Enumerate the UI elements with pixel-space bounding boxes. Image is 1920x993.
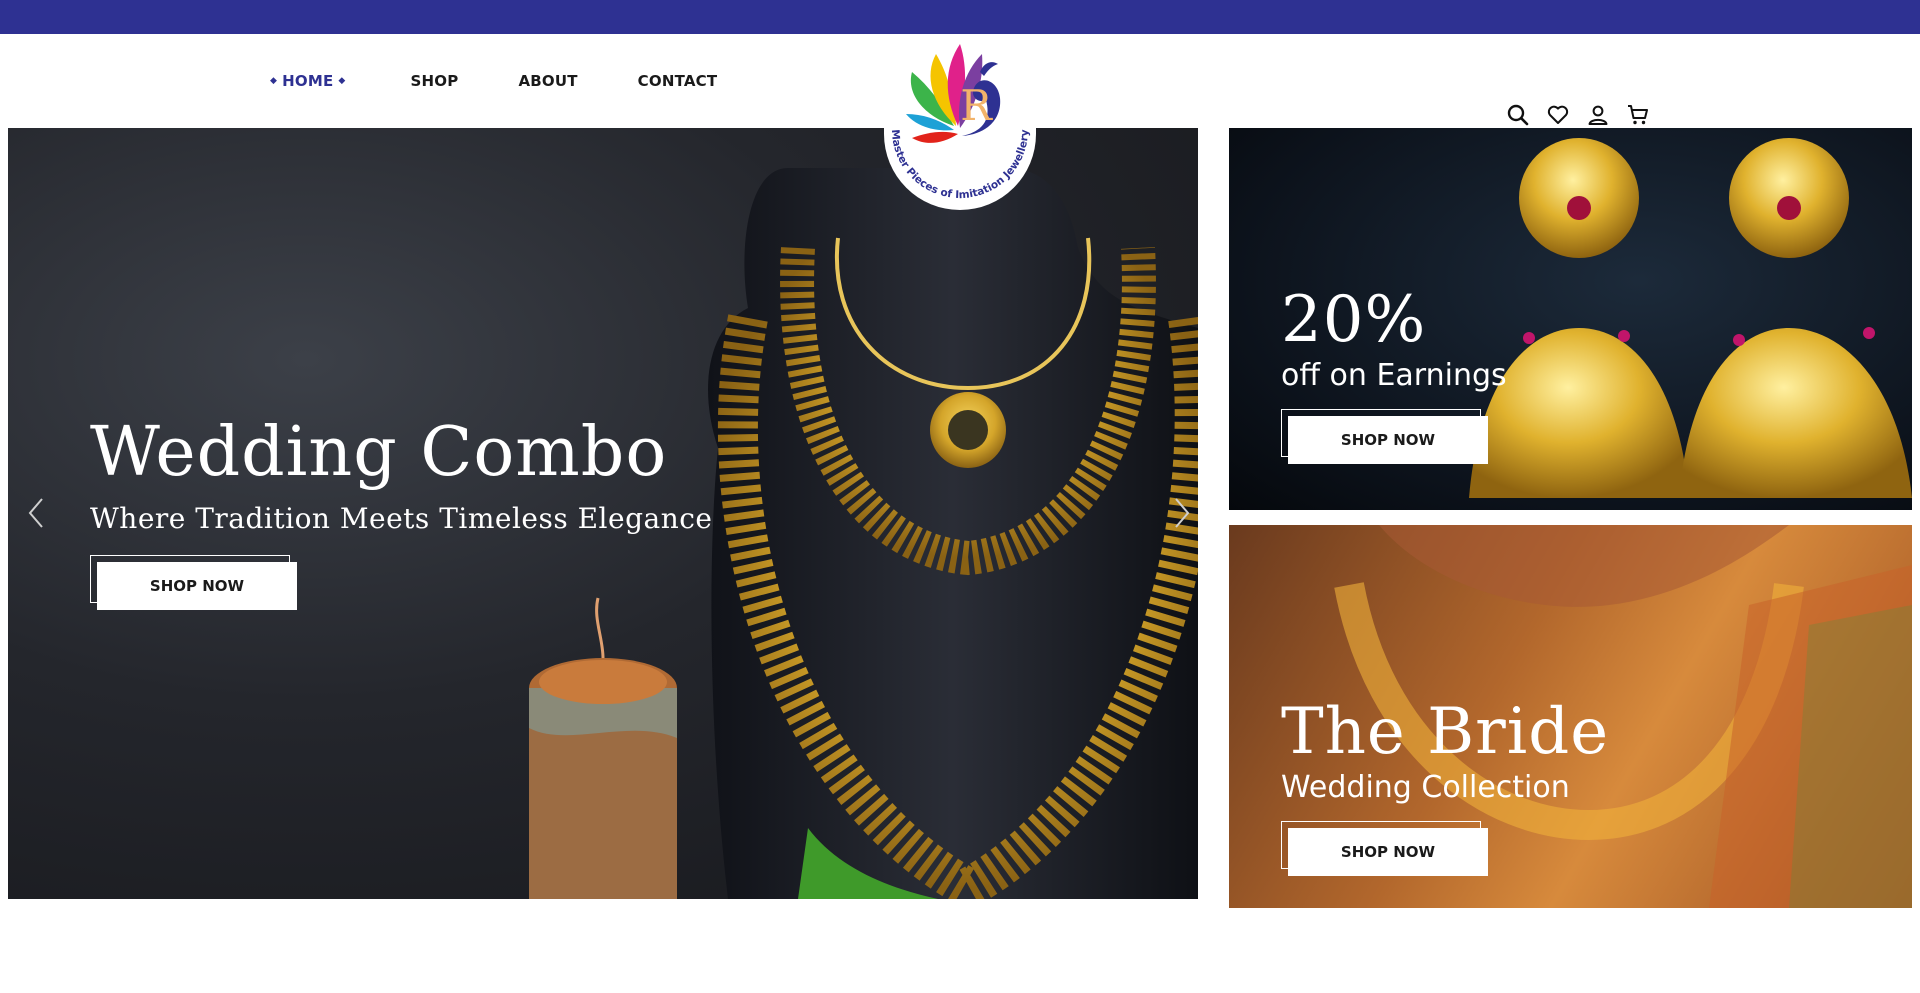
- promo-earrings-shop-now-button[interactable]: SHOP NOW: [1288, 416, 1488, 464]
- promo-earrings: 20% off on Earnings SHOP NOW: [1229, 128, 1912, 510]
- slider-prev-arrow[interactable]: [22, 493, 52, 533]
- promo-earrings-shop-now: SHOP NOW: [1281, 409, 1491, 467]
- logo-letter: R: [960, 81, 993, 130]
- promo-bride-title: The Bride: [1281, 695, 1610, 769]
- cart-icon[interactable]: [1625, 102, 1651, 128]
- brand-logo[interactable]: R Master Pieces of Imitation Jewellery: [884, 34, 1036, 210]
- nav-shop[interactable]: SHOP: [411, 72, 459, 90]
- nav-about[interactable]: ABOUT: [518, 72, 577, 90]
- dot-icon: ◆: [270, 76, 278, 86]
- promo-bride-shop-now-button[interactable]: SHOP NOW: [1288, 828, 1488, 876]
- nav-home[interactable]: ◆ HOME ◆: [265, 72, 351, 90]
- promo-bride: The Bride Wedding Collection SHOP NOW: [1229, 525, 1912, 908]
- hero-shop-now-button[interactable]: SHOP NOW: [97, 562, 297, 610]
- hero-caption: Wedding Combo Where Tradition Meets Time…: [90, 413, 712, 613]
- dot-icon: ◆: [338, 76, 346, 86]
- promo-earrings-subtitle: off on Earnings: [1281, 358, 1507, 393]
- hero-subtitle: Where Tradition Meets Timeless Elegance: [90, 502, 713, 535]
- hero-shop-now: SHOP NOW: [90, 555, 300, 613]
- promo-bride-shop-now: SHOP NOW: [1281, 821, 1491, 879]
- promo-bride-caption: The Bride Wedding Collection SHOP NOW: [1281, 700, 1609, 879]
- hero-title: Wedding Combo: [90, 413, 668, 492]
- hero-slider: Wedding Combo Where Tradition Meets Time…: [8, 128, 1198, 899]
- promo-earrings-discount: 20%: [1281, 283, 1427, 357]
- main-nav: ◆ HOME ◆ SHOP ABOUT CONTACT: [265, 34, 777, 128]
- heart-icon[interactable]: [1545, 102, 1571, 128]
- promo-bride-subtitle: Wedding Collection: [1281, 770, 1570, 805]
- promo-earrings-caption: 20% off on Earnings SHOP NOW: [1281, 288, 1507, 467]
- search-icon[interactable]: [1505, 102, 1531, 128]
- nav-home-label: HOME: [282, 72, 334, 90]
- top-announcement-bar: [0, 0, 1920, 34]
- user-icon[interactable]: [1585, 102, 1611, 128]
- slider-next-arrow[interactable]: [1166, 493, 1196, 533]
- nav-contact[interactable]: CONTACT: [638, 72, 718, 90]
